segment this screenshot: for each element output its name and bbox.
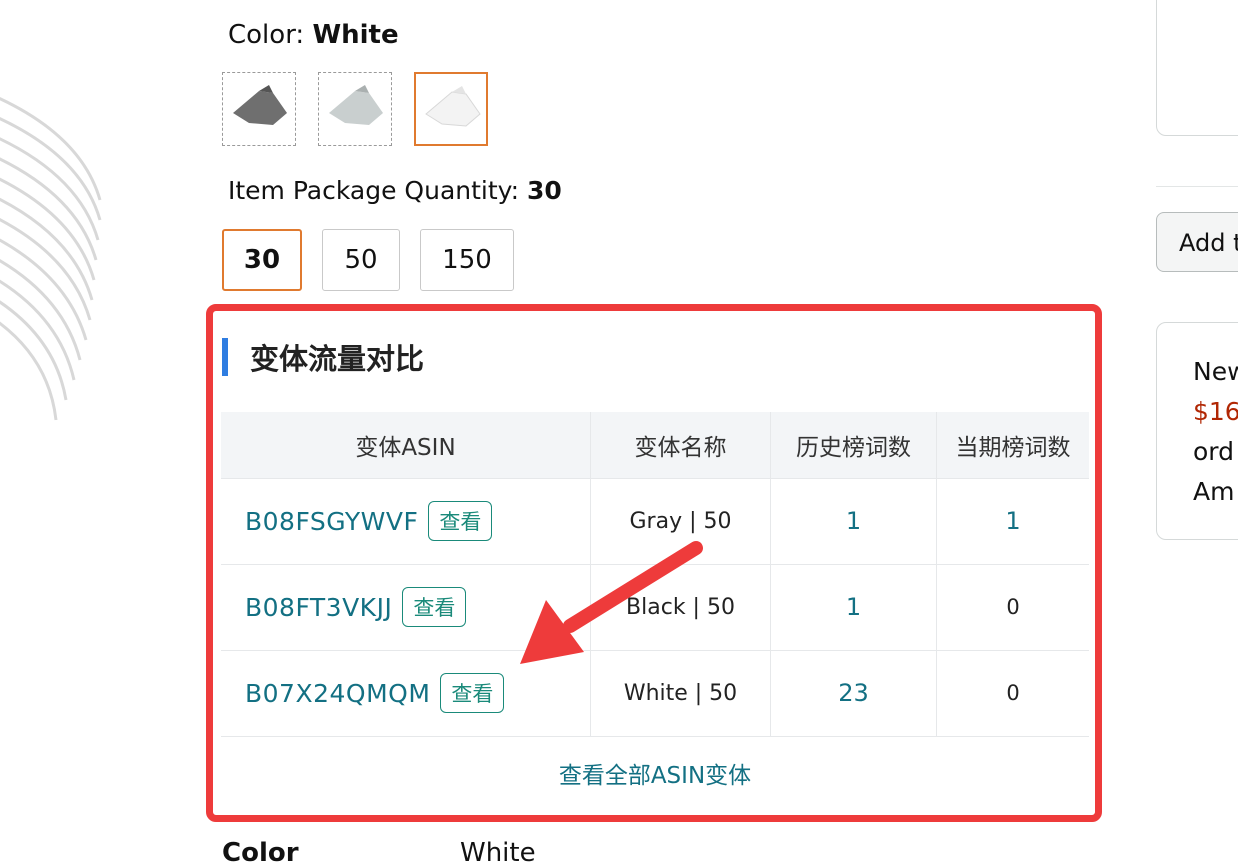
history-count-cell: 1 xyxy=(771,478,937,564)
column-header-name: 变体名称 xyxy=(591,412,771,478)
current-count-cell: 0 xyxy=(937,564,1089,650)
asin-link[interactable]: B08FT3VKJJ xyxy=(245,593,392,622)
quantity-label-text: Item Package Quantity: xyxy=(228,176,528,205)
swatch-gray[interactable] xyxy=(222,72,296,146)
new-offer-price: $16 xyxy=(1193,397,1238,426)
quantity-option-150[interactable]: 150 xyxy=(420,229,514,291)
swatch-white[interactable] xyxy=(414,72,488,146)
hanger-light-gray-icon xyxy=(329,85,383,125)
quantity-option-30[interactable]: 30 xyxy=(222,229,302,291)
spec-color-value: White xyxy=(460,838,536,868)
color-value: White xyxy=(312,20,399,50)
hanger-gray-icon xyxy=(233,85,287,125)
buy-box-top xyxy=(1156,0,1238,136)
current-count: 0 xyxy=(1006,595,1020,619)
view-button[interactable]: 查看 xyxy=(440,673,505,713)
current-count-cell: 1 xyxy=(937,478,1089,564)
color-label: Color: White xyxy=(228,20,399,50)
current-count: 0 xyxy=(1006,681,1020,705)
new-offer-line: Am xyxy=(1193,477,1235,506)
title-accent-bar xyxy=(222,338,228,376)
history-count-cell: 1 xyxy=(771,564,937,650)
column-header-asin: 变体ASIN xyxy=(221,412,591,478)
panel-title: 变体流量对比 xyxy=(250,342,425,376)
annotation-arrow-icon xyxy=(520,541,703,664)
history-count[interactable]: 1 xyxy=(846,593,861,621)
new-offer-line: New xyxy=(1193,357,1238,386)
add-to-cart-button[interactable]: Add t xyxy=(1156,212,1238,272)
history-count[interactable]: 1 xyxy=(846,507,861,535)
divider xyxy=(1156,186,1238,187)
view-all-asin-variants-link[interactable]: 查看全部ASIN变体 xyxy=(221,756,1089,790)
current-count-cell: 0 xyxy=(937,650,1089,736)
new-offer-box[interactable]: New $16 ord Am xyxy=(1156,322,1238,540)
table-header-row: 变体ASIN 变体名称 历史榜词数 当期榜词数 xyxy=(221,412,1089,479)
product-image[interactable] xyxy=(0,60,120,480)
quantity-value: 30 xyxy=(527,176,562,205)
hanger-stack-image xyxy=(0,97,102,421)
asin-link[interactable]: B08FSGYWVF xyxy=(245,507,418,536)
quantity-option-50[interactable]: 50 xyxy=(322,229,400,291)
view-button[interactable]: 查看 xyxy=(428,501,493,541)
swatch-light-gray[interactable] xyxy=(318,72,392,146)
hanger-white-icon xyxy=(425,86,481,127)
spec-color-label: Color xyxy=(222,838,299,868)
column-header-history: 历史榜词数 xyxy=(771,412,937,478)
history-count-cell: 23 xyxy=(771,650,937,736)
asin-link[interactable]: B07X24QMQM xyxy=(245,679,430,708)
view-button[interactable]: 查看 xyxy=(402,587,467,627)
current-count[interactable]: 1 xyxy=(1005,507,1020,535)
column-header-current: 当期榜词数 xyxy=(955,435,1071,461)
new-offer-line: ord xyxy=(1193,437,1235,466)
history-count[interactable]: 23 xyxy=(838,679,869,707)
color-label-text: Color: xyxy=(228,20,313,50)
quantity-label: Item Package Quantity: 30 xyxy=(228,176,562,205)
